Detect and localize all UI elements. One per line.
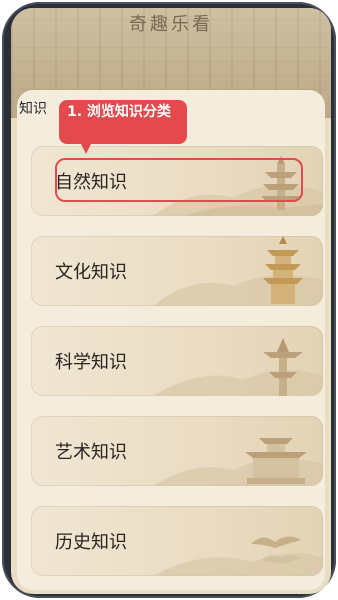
category-label: 历史知识 xyxy=(55,532,127,553)
annotation-callout: 1. 浏览知识分类 xyxy=(59,100,187,144)
category-card-science[interactable]: 科学知识 xyxy=(31,326,323,396)
category-card-history[interactable]: 历史知识 xyxy=(31,506,323,576)
category-label: 科学知识 xyxy=(55,352,127,373)
phone-frame: 奇趣乐看 自然知识 文化知识 科学知识 艺术知识 历史知识 知识 1. 浏览知识… xyxy=(2,2,336,598)
screen: 奇趣乐看 自然知识 文化知识 科学知识 艺术知识 历史知识 知识 1. 浏览知识… xyxy=(11,8,331,594)
bird-icon xyxy=(251,536,301,564)
category-card-culture[interactable]: 文化知识 xyxy=(31,236,323,306)
app-title: 奇趣乐看 xyxy=(129,14,213,35)
section-title: 知识 xyxy=(19,101,47,117)
annotation-pointer xyxy=(79,140,93,154)
category-label: 艺术知识 xyxy=(55,442,127,463)
category-card-art[interactable]: 艺术知识 xyxy=(31,416,323,486)
category-label: 文化知识 xyxy=(55,262,127,283)
pavilion-icon xyxy=(263,338,303,396)
tower-icon xyxy=(263,236,303,304)
temple-icon xyxy=(245,438,307,484)
annotation-highlight-box xyxy=(55,158,303,202)
